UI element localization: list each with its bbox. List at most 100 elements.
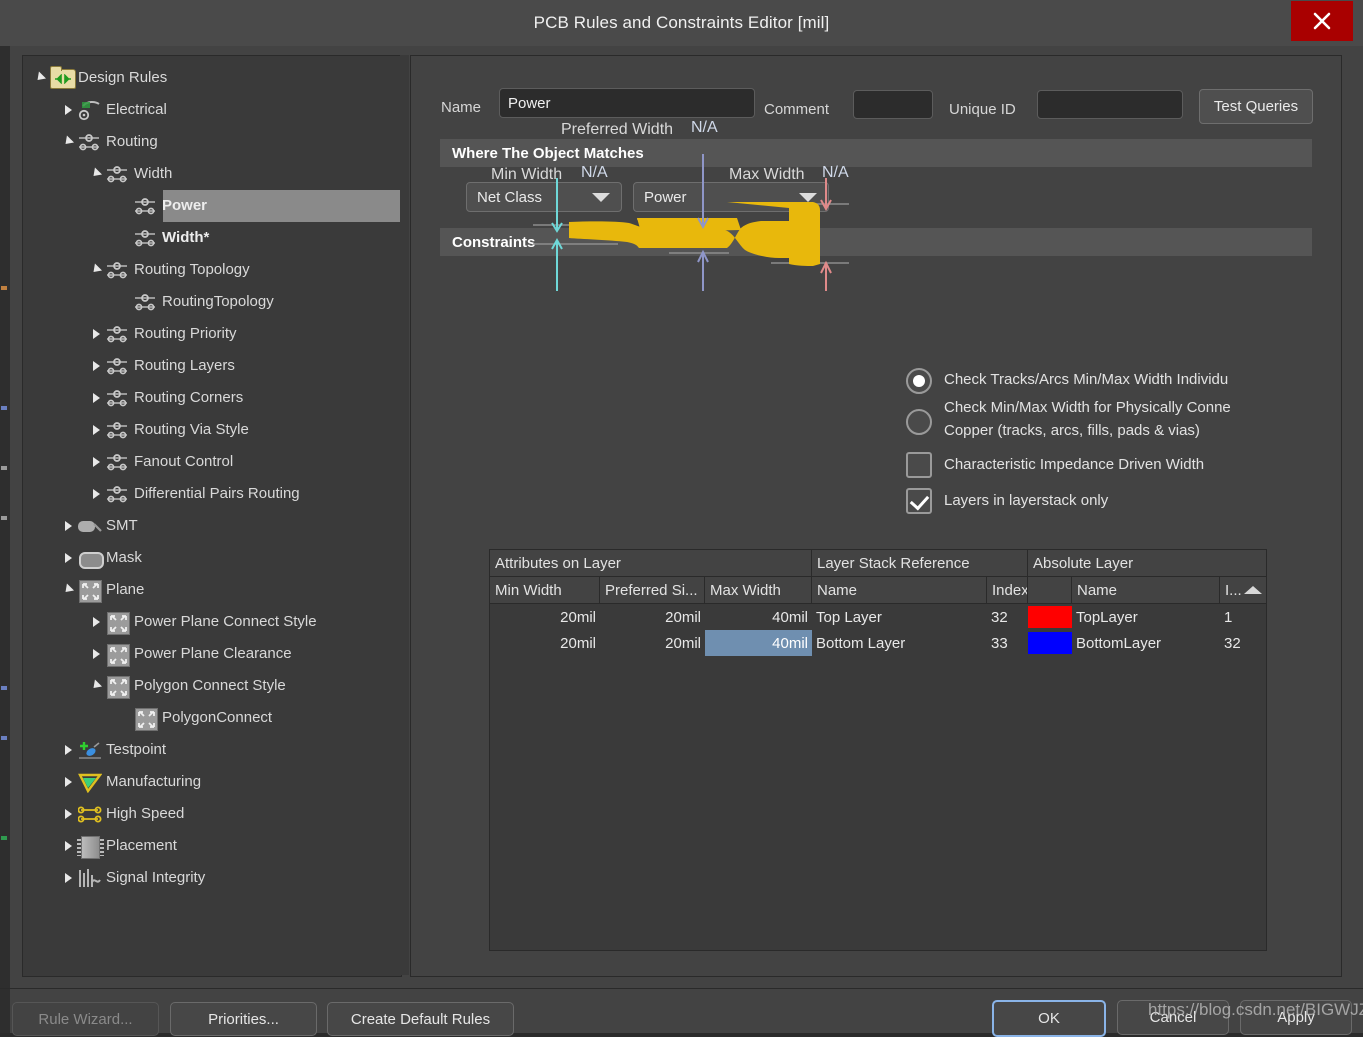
design-rules-tree[interactable]: Design Rules Electrical Routing Width Power W…: [22, 55, 402, 977]
tree-item-placement[interactable]: Placement: [23, 830, 401, 862]
tree-item-power-plane-clearance[interactable]: Power Plane Clearance: [23, 638, 401, 670]
chevron-right-icon[interactable]: [61, 510, 77, 542]
chevron-right-icon[interactable]: [61, 542, 77, 574]
tree-item-polygon-connect-style[interactable]: Polygon Connect Style: [23, 670, 401, 702]
chevron-right-icon[interactable]: [89, 318, 105, 350]
rule-wizard-button[interactable]: Rule Wizard...: [12, 1002, 159, 1036]
chevron-down-icon[interactable]: [61, 126, 77, 158]
tree-item-differential-pairs-routing[interactable]: Differential Pairs Routing: [23, 478, 401, 510]
tree-item-routing-layers[interactable]: Routing Layers: [23, 350, 401, 382]
background-app-strip: [0, 46, 10, 1033]
tree-scrollbar[interactable]: [400, 55, 409, 975]
tree-item-manufacturing[interactable]: Manufacturing: [23, 766, 401, 798]
chevron-right-icon[interactable]: [61, 766, 77, 798]
apply-button[interactable]: Apply: [1240, 1000, 1352, 1035]
routing-icon: [105, 453, 131, 472]
tree-item-routing[interactable]: Routing: [23, 126, 401, 158]
routing-icon: [105, 261, 131, 280]
chevron-right-icon[interactable]: [61, 94, 77, 126]
priorities-button[interactable]: Priorities...: [170, 1002, 317, 1036]
chevron-right-icon[interactable]: [61, 798, 77, 830]
tree-item-power[interactable]: Power: [23, 190, 401, 222]
tree-item-electrical[interactable]: Electrical: [23, 94, 401, 126]
column-header-absolute-name[interactable]: Name: [1072, 577, 1220, 603]
tree-item-smt[interactable]: SMT: [23, 510, 401, 542]
column-header-preferred-size[interactable]: Preferred Si...: [600, 577, 705, 603]
create-default-rules-button[interactable]: Create Default Rules: [327, 1002, 514, 1036]
group-header-absolute-layer: Absolute Layer: [1033, 554, 1134, 572]
tree-item-testpoint[interactable]: Testpoint: [23, 734, 401, 766]
tree-item-width[interactable]: Width*: [23, 222, 401, 254]
pcb-rules-dialog: PCB Rules and Constraints Editor [mil] D…: [0, 0, 1363, 1037]
tree-item-routing-topology[interactable]: Routing Topology: [23, 254, 401, 286]
tree-item-fanout-control[interactable]: Fanout Control: [23, 446, 401, 478]
cell-max-width[interactable]: 40mil: [705, 604, 812, 630]
tree-item-routing-priority[interactable]: Routing Priority: [23, 318, 401, 350]
tree-item-routing-corners[interactable]: Routing Corners: [23, 382, 401, 414]
close-icon[interactable]: [1291, 1, 1353, 41]
radio-check-physically-connected[interactable]: [906, 409, 932, 435]
tree-item-label: Plane: [106, 581, 145, 598]
option-check-tracks-arcs-individually[interactable]: Check Tracks/Arcs Min/Max Width Individu: [906, 368, 1336, 394]
cell-layer-color: [1028, 604, 1072, 630]
tree-item-polygonconnect[interactable]: PolygonConnect: [23, 702, 401, 734]
column-header-stack-name[interactable]: Name: [812, 577, 987, 603]
chevron-right-icon[interactable]: [89, 414, 105, 446]
column-header-stack-index[interactable]: Index: [987, 577, 1028, 603]
table-row[interactable]: 20mil 20mil 40mil Top Layer 32 TopLayer 1: [490, 604, 1266, 630]
cell-stack-index: 32: [991, 608, 1008, 626]
cell-max-width[interactable]: 40mil: [705, 630, 812, 656]
chevron-right-icon[interactable]: [61, 862, 77, 894]
tree-item-power-plane-connect-style[interactable]: Power Plane Connect Style: [23, 606, 401, 638]
chevron-down-icon[interactable]: [89, 670, 105, 702]
checkbox-layers-in-layerstack[interactable]: [906, 488, 932, 514]
chevron-right-icon[interactable]: [61, 734, 77, 766]
unique-id-input[interactable]: [1037, 90, 1183, 119]
tree-item-design-rules[interactable]: Design Rules: [23, 62, 401, 94]
cell-absolute-name: TopLayer: [1076, 608, 1138, 626]
tree-item-plane[interactable]: Plane: [23, 574, 401, 606]
column-header-max-width[interactable]: Max Width: [705, 577, 812, 603]
tree-item-width[interactable]: Width: [23, 158, 401, 190]
cancel-button[interactable]: Cancel: [1117, 1000, 1229, 1035]
electrical-icon: [77, 97, 103, 123]
tree-item-routingtopology[interactable]: RoutingTopology: [23, 286, 401, 318]
tree-item-signal-integrity[interactable]: Signal Integrity: [23, 862, 401, 894]
layer-attributes-table[interactable]: Attributes on Layer Layer Stack Referenc…: [489, 549, 1267, 951]
chevron-down-icon[interactable]: [33, 62, 49, 94]
column-header-color[interactable]: [1028, 577, 1072, 603]
group-header-layer-stack-reference: Layer Stack Reference: [812, 550, 1028, 576]
column-header-absolute-index[interactable]: I...: [1220, 577, 1264, 603]
mask-icon: [77, 545, 104, 571]
routing-icon: [105, 165, 131, 184]
chevron-down-icon[interactable]: [89, 254, 105, 286]
plane-icon: [105, 609, 131, 635]
tree-item-mask[interactable]: Mask: [23, 542, 401, 574]
radio-check-individually[interactable]: [906, 368, 932, 394]
color-swatch: [1028, 606, 1072, 628]
column-header-min-width[interactable]: Min Width: [490, 577, 600, 603]
chevron-right-icon[interactable]: [89, 606, 105, 638]
chevron-right-icon[interactable]: [61, 830, 77, 862]
chevron-right-icon[interactable]: [89, 350, 105, 382]
ok-button[interactable]: OK: [992, 1000, 1106, 1037]
chevron-right-icon[interactable]: [89, 478, 105, 510]
routing-icon: [105, 161, 131, 187]
cell-stack-name: Top Layer: [816, 608, 882, 626]
option-check-physically-connected-copper[interactable]: Check Min/Max Width for Physically Conne…: [906, 396, 1336, 442]
tree-item-routing-via-style[interactable]: Routing Via Style: [23, 414, 401, 446]
chevron-down-icon[interactable]: [61, 574, 77, 606]
option-characteristic-impedance[interactable]: Characteristic Impedance Driven Width: [906, 452, 1336, 478]
chevron-right-icon[interactable]: [89, 638, 105, 670]
option-layers-in-layerstack-only[interactable]: Layers in layerstack only: [906, 488, 1336, 514]
test-queries-button[interactable]: Test Queries: [1199, 89, 1313, 124]
chevron-down-icon[interactable]: [89, 158, 105, 190]
window-title: PCB Rules and Constraints Editor [mil]: [533, 13, 830, 32]
chevron-right-icon[interactable]: [89, 446, 105, 478]
plane-icon: [105, 673, 131, 699]
table-row[interactable]: 20mil 20mil 40mil Bottom Layer 33 BottomLayer…: [490, 630, 1266, 656]
checkbox-characteristic-impedance[interactable]: [906, 452, 932, 478]
chevron-right-icon[interactable]: [89, 382, 105, 414]
tree-item-high-speed[interactable]: High Speed: [23, 798, 401, 830]
